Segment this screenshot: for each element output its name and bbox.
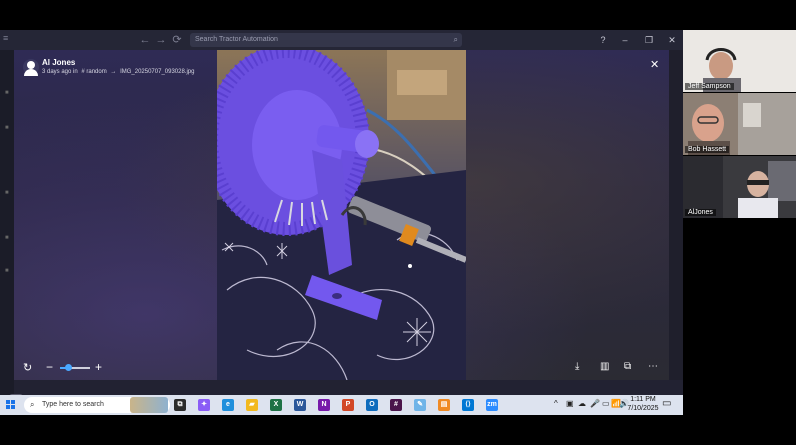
rail-item-icon[interactable]: ■ bbox=[5, 268, 11, 274]
minimize-button[interactable]: – bbox=[617, 33, 633, 47]
edge-taskbar-icon[interactable]: e bbox=[222, 399, 234, 411]
file-explorer-taskbar-icon[interactable]: ▰ bbox=[246, 399, 258, 411]
rotate-icon[interactable]: ↻ bbox=[23, 361, 32, 374]
task-view-taskbar-icon[interactable]: ⧉ bbox=[174, 399, 186, 411]
copilot-taskbar-icon[interactable]: ✦ bbox=[198, 399, 210, 411]
more-options-icon[interactable]: ⋯ bbox=[648, 361, 658, 372]
video-tile-al[interactable]: AlJones bbox=[683, 156, 796, 218]
participant-name: Bob Hassett bbox=[685, 146, 730, 153]
meta-arrow: → bbox=[110, 69, 117, 75]
word-taskbar-icon[interactable]: W bbox=[294, 399, 306, 411]
restore-button[interactable]: ❐ bbox=[641, 33, 657, 47]
author-name[interactable]: Al Jones bbox=[42, 58, 75, 67]
battery-icon[interactable]: ▭ bbox=[602, 399, 610, 408]
rail-item-icon[interactable]: ■ bbox=[5, 190, 11, 196]
post-time: 3 days ago in bbox=[42, 69, 78, 75]
vscode-taskbar-icon[interactable]: ⟨⟩ bbox=[462, 399, 474, 411]
video-tile-jeff[interactable]: Jeff Sampson bbox=[683, 30, 796, 92]
zoom-slider[interactable] bbox=[60, 364, 90, 371]
participant-name: Jeff Sampson bbox=[685, 83, 734, 90]
zoom-slider-handle[interactable] bbox=[64, 364, 72, 371]
side-panel-icon[interactable]: ▥ bbox=[600, 361, 609, 372]
search-highlight-image bbox=[130, 397, 168, 413]
clock-time[interactable]: 1:11 PM bbox=[628, 396, 658, 403]
slack-taskbar-icon[interactable]: # bbox=[390, 399, 402, 411]
zoom-out-button[interactable]: − bbox=[46, 360, 53, 374]
onenote-taskbar-icon[interactable]: N bbox=[318, 399, 330, 411]
close-window-button[interactable]: ✕ bbox=[664, 33, 680, 47]
rail-item-icon[interactable]: ■ bbox=[5, 90, 11, 96]
avatar-head bbox=[27, 61, 35, 69]
file-name: IMG_20250707_093028.jpg bbox=[120, 69, 195, 75]
notes-taskbar-icon[interactable]: ▤ bbox=[438, 399, 450, 411]
app-title-bar: ≡ ← → ⟳ Search Tractor Automation ⌕ ? – … bbox=[0, 30, 683, 50]
post-meta: 3 days ago in # random → IMG_20250707_09… bbox=[42, 69, 196, 75]
microphone-icon[interactable]: 🎤 bbox=[590, 399, 600, 408]
onedrive-icon[interactable]: ☁ bbox=[578, 399, 586, 408]
photo-image bbox=[217, 50, 466, 380]
image-viewer: Al Jones 3 days ago in # random → IMG_20… bbox=[14, 50, 669, 380]
participant-name: AlJones bbox=[685, 209, 716, 216]
paint-taskbar-icon[interactable]: ✎ bbox=[414, 399, 426, 411]
taskbar: ⌕ Type here to search ⧉ ✦ e ▰ X W N P O # ✎ ▤ ⟨⟩ zm ^… bbox=[0, 395, 683, 415]
tray-overflow-icon[interactable]: ^ bbox=[554, 399, 558, 408]
rail-item-icon[interactable]: ■ bbox=[5, 235, 11, 241]
powerpoint-taskbar-icon[interactable]: P bbox=[342, 399, 354, 411]
help-icon[interactable]: ? bbox=[595, 33, 611, 47]
search-icon: ⌕ bbox=[30, 400, 35, 409]
rail-item-icon[interactable]: ■ bbox=[5, 125, 11, 131]
copy-icon[interactable]: ⧉ bbox=[624, 361, 631, 372]
app-menu-icon[interactable]: ≡ bbox=[3, 33, 8, 43]
channel-link[interactable]: # random bbox=[81, 69, 106, 75]
video-tile-bob[interactable]: Bob Hassett bbox=[683, 93, 796, 155]
excel-taskbar-icon[interactable]: X bbox=[270, 399, 282, 411]
taskbar-apps: ⧉ ✦ e ▰ X W N P O # ✎ ▤ ⟨⟩ zm bbox=[174, 395, 504, 415]
notifications-icon[interactable]: ▭ bbox=[662, 398, 671, 409]
avatar[interactable] bbox=[23, 59, 39, 76]
avatar-body bbox=[24, 69, 38, 76]
workspace-rail: ■ ■ ■ ■ ■ bbox=[0, 50, 14, 415]
back-arrow-icon[interactable]: ← bbox=[138, 33, 152, 47]
photo bbox=[217, 50, 466, 380]
forward-arrow-icon[interactable]: → bbox=[154, 33, 168, 47]
search-placeholder: Search Tractor Automation bbox=[195, 36, 278, 43]
download-icon[interactable]: ⤓ bbox=[575, 361, 579, 372]
search-input[interactable]: Search Tractor Automation ⌕ bbox=[190, 33, 462, 47]
zoom-taskbar-icon[interactable]: zm bbox=[486, 399, 498, 411]
shared-screen: ≡ ← → ⟳ Search Tractor Automation ⌕ ? – … bbox=[0, 30, 683, 415]
taskbar-search-placeholder: Type here to search bbox=[42, 401, 104, 408]
zoom-in-button[interactable]: + bbox=[95, 360, 102, 374]
windows-start-icon[interactable] bbox=[6, 400, 16, 410]
search-icon: ⌕ bbox=[453, 35, 458, 44]
history-icon[interactable]: ⟳ bbox=[170, 33, 184, 47]
outlook-taskbar-icon[interactable]: O bbox=[366, 399, 378, 411]
close-icon[interactable]: ✕ bbox=[650, 58, 659, 71]
tray-app-icon[interactable]: ▣ bbox=[566, 399, 574, 408]
clock-date[interactable]: 7/10/2025 bbox=[626, 405, 660, 412]
